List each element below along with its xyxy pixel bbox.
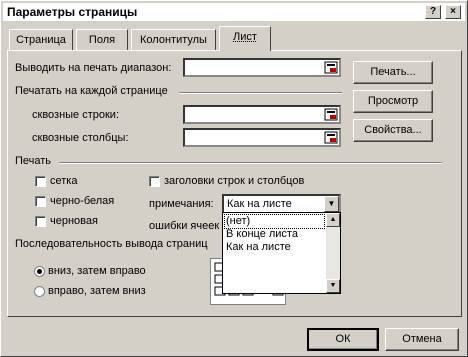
comments-select[interactable]: Как на листе ▼ [222, 194, 341, 214]
down-then-over-radio[interactable] [34, 266, 45, 277]
down-then-over-label: вниз, затем вправо [48, 265, 146, 277]
close-button[interactable]: × [445, 5, 461, 19]
bw-checkbox[interactable] [35, 196, 46, 207]
chevron-down-icon[interactable]: ▼ [324, 196, 339, 212]
bw-label: черно-белая [50, 195, 115, 207]
page-setup-dialog: Параметры страницы ? × Страница Поля Кол… [0, 0, 468, 357]
cancel-button[interactable]: Отмена [385, 328, 459, 351]
tab-header-footer[interactable]: Колонтитулы [131, 29, 216, 50]
order-group-label: Последовательность вывода страниц [15, 238, 208, 250]
scroll-down-icon[interactable]: ▼ [326, 279, 340, 293]
rows-repeat-input[interactable] [183, 105, 341, 124]
properties-button[interactable]: Свойства... [353, 119, 433, 142]
draft-checkbox[interactable] [35, 216, 46, 227]
range-select-icon[interactable] [324, 108, 338, 121]
headers-label: заголовки строк и столбцов [164, 175, 305, 187]
print-group-label: Печать [15, 155, 52, 167]
grid-checkbox[interactable] [35, 176, 46, 187]
help-button[interactable]: ? [425, 5, 441, 19]
preview-button[interactable]: Просмотр [353, 90, 433, 113]
range-select-icon[interactable] [324, 61, 338, 74]
dropdown-scrollbar[interactable]: ▲ ▼ [326, 213, 340, 293]
tab-sheet[interactable]: Лист [219, 26, 271, 51]
rows-repeat-label: сквозные строки: [32, 109, 120, 121]
ok-button[interactable]: ОК [307, 328, 379, 351]
title-bar: Параметры страницы ? × [3, 3, 465, 21]
draft-label: черновая [50, 215, 98, 227]
print-button[interactable]: Печать... [353, 61, 433, 84]
range-select-icon[interactable] [324, 131, 338, 144]
comments-label: примечания: [149, 198, 214, 210]
divider [59, 162, 442, 164]
over-then-down-label: вправо, затем вниз [48, 285, 146, 297]
print-area-label: Выводить на печать диапазон: [15, 62, 172, 74]
comments-select-value: Как на листе [227, 198, 292, 210]
scroll-up-icon[interactable]: ▲ [326, 213, 340, 227]
headers-checkbox[interactable] [149, 176, 160, 187]
cols-repeat-input[interactable] [183, 128, 341, 147]
each-page-group-label: Печатать на каждой странице [15, 85, 168, 97]
over-then-down-radio[interactable] [34, 286, 45, 297]
comments-dropdown-list: (нет) В конце листа Как на листе ▲ ▼ [222, 212, 341, 294]
dropdown-option[interactable]: Как на листе [225, 241, 291, 254]
grid-label: сетка [50, 175, 78, 187]
dropdown-option[interactable]: (нет) [224, 214, 325, 229]
window-title: Параметры страницы [7, 5, 138, 19]
dropdown-option[interactable]: В конце листа [225, 228, 298, 241]
print-area-input[interactable] [183, 58, 341, 77]
cols-repeat-label: сквозные столбцы: [32, 132, 129, 144]
divider [179, 92, 342, 94]
tab-page[interactable]: Страница [9, 29, 73, 50]
tab-margins[interactable]: Поля [76, 29, 128, 50]
